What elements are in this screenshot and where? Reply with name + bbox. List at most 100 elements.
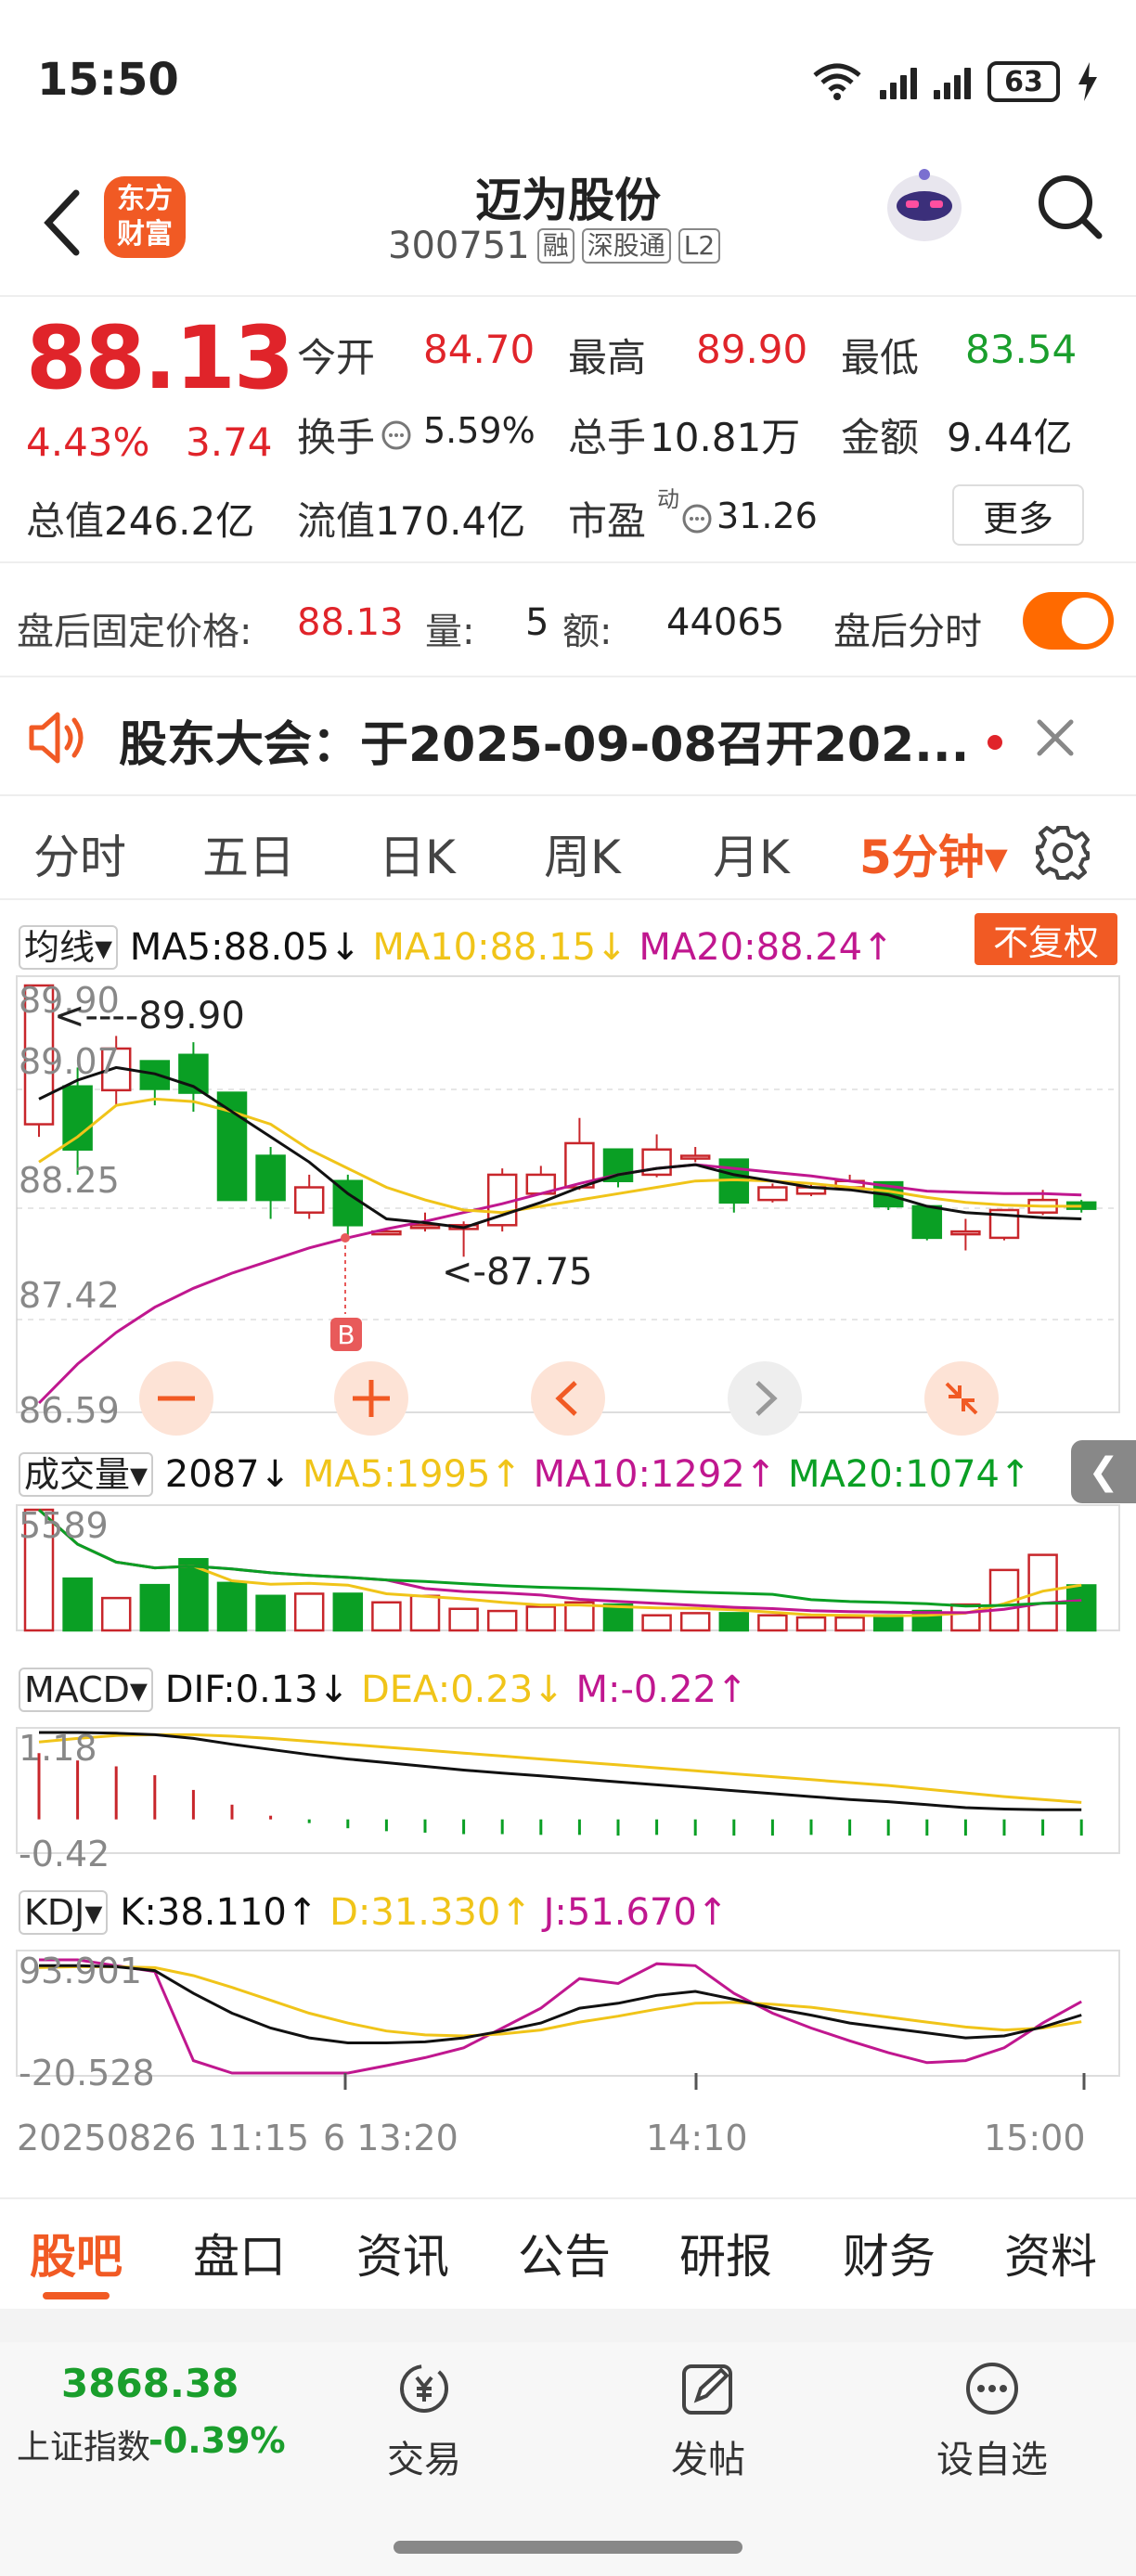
buy-marker-point [341,1233,350,1243]
pe-info-icon[interactable] [681,503,713,535]
volume-bar [139,1583,171,1632]
volume-bar [718,1612,750,1632]
tab-announcements[interactable]: 公告 [518,2220,611,2286]
post-button[interactable]: 发帖 [639,2361,778,2483]
status-icons: 63 [811,61,1099,102]
charging-icon [1078,62,1097,101]
index-value[interactable]: 3868.38 [61,2361,239,2406]
after-hours-amt: 44065 [666,601,785,644]
last-price: 88.13 [26,308,294,409]
index-name[interactable]: 上证指数 [17,2420,150,2468]
float-label: 流值 [297,498,376,544]
vol-ma20-label: MA20:1074↑ [787,1453,1031,1496]
robot-assistant-icon[interactable] [878,160,971,252]
change-amount: 3.74 [186,419,273,465]
tab-profile[interactable]: 资料 [1004,2220,1097,2286]
change-percent: 4.43% [26,419,150,465]
volume-bar [100,1596,132,1632]
shrink-button[interactable] [924,1361,999,1436]
signal-icon-2 [934,64,971,99]
price-panel-frame [16,975,1120,1413]
macd-m-label: M:-0.22↑ [575,1668,748,1711]
tab-research[interactable]: 研报 [679,2220,772,2286]
volume-bar [679,1612,711,1632]
macd-select[interactable]: MACD▾ [19,1668,153,1712]
time-axis-tick: 15:00 [984,2118,1086,2158]
tab-weekly-k[interactable]: 周K [544,820,621,887]
mktcap-value: 246.2亿 [104,498,255,544]
toggle-knob [1062,598,1108,644]
trade-button[interactable]: 交易 [355,2361,494,2483]
macd-tick: -0.42 [19,1834,110,1874]
tab-daily-k[interactable]: 日K [379,820,456,887]
index-change[interactable]: -0.39% [148,2420,286,2461]
zoom-out-button[interactable] [139,1361,213,1436]
candle-body [757,1186,788,1202]
vol-ma10-label: MA10:1292↑ [533,1453,777,1496]
active-tab-underline [43,2292,110,2299]
tab-monthly-k[interactable]: 月K [713,820,790,887]
candle-body [293,1186,325,1214]
search-icon[interactable] [1032,169,1106,243]
turnover-label: 换手 [297,415,376,460]
tab-timeshare[interactable]: 分时 [33,820,126,887]
volume-series [23,1508,1097,1632]
volume-bar [293,1592,325,1632]
zoom-in-button[interactable] [334,1361,408,1436]
kdj-select[interactable]: KDJ▾ [19,1890,109,1935]
section-divider [0,2309,1136,2342]
home-indicator [394,2541,742,2554]
tab-orderbook[interactable]: 盘口 [193,2220,286,2286]
yen-exchange-icon [400,2364,448,2413]
candle-body [409,1224,441,1230]
volume-select[interactable]: 成交量▾ [19,1452,154,1497]
more-dots-icon [966,2363,1018,2415]
volume-bar [62,1577,93,1632]
price-tick: 89.07 [19,1041,120,1082]
volume-bar [950,1603,981,1632]
signal-icon-1 [880,64,917,99]
tab-forum[interactable]: 股吧 [30,2220,123,2286]
info-icon[interactable] [381,419,412,451]
volume-bar [255,1594,286,1632]
volume-bar [834,1616,865,1632]
volume-bar [409,1594,441,1632]
close-icon[interactable] [1032,715,1078,761]
volume-bar [448,1607,479,1632]
volume-value: 2087↓ [164,1453,291,1496]
gear-icon[interactable] [1034,824,1091,882]
candle-body [950,1230,981,1236]
kline-chart-area[interactable]: 均线▾ MA5:88.05↓ MA10:88.15↓ MA20:88.24↑ 不… [0,902,1136,2196]
period-tabs: 分时 五日 日K 周K 月K 5分钟▾ [0,798,1136,900]
volume-bar [216,1581,248,1632]
stock-code: 300751 [388,225,530,267]
edit-icon [682,2364,732,2415]
notice-banner[interactable]: 股东大会：于2025-09-08召开202... [0,679,1136,796]
time-axis-tick: 14:10 [646,2118,748,2158]
watchlist-label: 设自选 [936,2439,1048,2481]
tab-financials[interactable]: 财务 [843,2220,936,2286]
scroll-right-button[interactable] [728,1361,802,1436]
price-tick: 86.59 [19,1390,120,1431]
unread-dot [988,735,1002,750]
collapse-panel-button[interactable]: ❮ [1071,1440,1136,1503]
float-value: 170.4亿 [375,498,526,544]
scroll-left-button[interactable] [531,1361,605,1436]
kline-chart-svg: B [16,975,1120,2090]
high-value: 89.90 [696,327,808,372]
tab-news[interactable]: 资讯 [356,2220,449,2286]
candle-body [255,1154,286,1202]
more-button[interactable]: 更多 [952,484,1084,546]
amount-value: 9.44亿 [947,415,1073,460]
volume-bar [1027,1553,1058,1632]
after-hours-amt-label: 额: [562,611,613,653]
tab-five-day[interactable]: 五日 [202,820,295,887]
content-tabs: 股吧 盘口 资讯 公告 研报 财务 资料 [0,2197,1136,2307]
pe-label: 市盈 [568,498,647,544]
volume-bar [872,1614,904,1632]
status-time: 15:50 [37,54,179,106]
macd-legend: MACD▾ DIF:0.13↓ DEA:0.23↓ M:-0.22↑ [19,1668,748,1712]
add-watchlist-button[interactable]: 设自选 [923,2361,1062,2483]
tab-5min[interactable]: 5分钟▾ [859,820,1008,887]
volume-bar [795,1616,827,1632]
